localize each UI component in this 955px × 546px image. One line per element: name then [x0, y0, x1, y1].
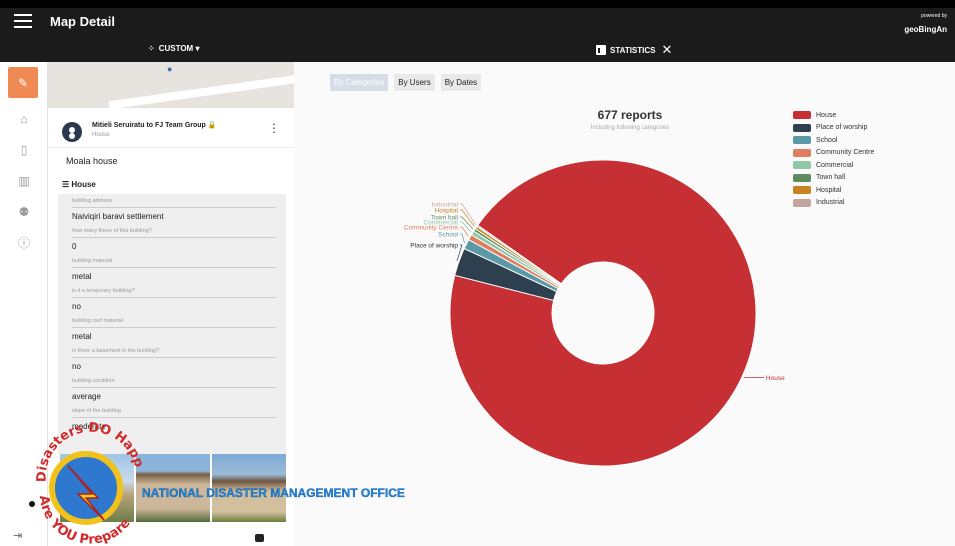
legend-label: Town hall — [816, 174, 846, 182]
report-header: Mitieli Seruiratu to FJ Team Group 🔒 Hou… — [48, 108, 294, 148]
custom-dropdown[interactable]: ⁘ CUSTOM ▾ — [148, 44, 199, 53]
legend-swatch — [793, 186, 811, 195]
info-icon[interactable]: ⓘ — [0, 227, 48, 258]
slice-label: House — [766, 375, 785, 382]
field-item: building address Naiviqiri baravi settlem… — [72, 198, 276, 224]
legend-swatch — [793, 198, 811, 207]
label-leader-line — [460, 226, 469, 237]
edit-icon[interactable]: ✎ — [8, 67, 38, 98]
loading-spinner-icon: ⁘ — [148, 44, 155, 53]
caret-down-icon: ▾ — [195, 44, 200, 53]
avatar — [62, 122, 82, 142]
legend-swatch — [793, 173, 811, 182]
field-item: is it a temporary building? no — [72, 288, 276, 314]
statistics-toggle[interactable]: STATISTICS ✕ — [596, 42, 672, 58]
powered-by-logo: powered by geoBingAn — [904, 13, 947, 37]
slice-label: Hospital — [435, 208, 459, 215]
legend-item[interactable]: Community Centre — [793, 147, 874, 160]
map-road — [108, 70, 294, 108]
legend-swatch — [793, 136, 811, 145]
powered-by-label: powered by — [921, 13, 947, 19]
legend-swatch — [793, 161, 811, 170]
bar-chart-icon — [596, 45, 608, 55]
ndmo-logo: Disasters DO Happen Are YOU Prepared — [28, 416, 146, 546]
custom-label: CUSTOM — [158, 44, 194, 53]
page-title: Map Detail — [50, 14, 116, 29]
people-icon[interactable]: ⚉ — [0, 196, 48, 227]
home-icon[interactable]: ⌂ — [0, 103, 48, 134]
label-leader-line — [460, 233, 465, 244]
field-item: building condition average — [72, 378, 276, 404]
legend-label: School — [816, 136, 838, 144]
legend-label: Industrial — [816, 199, 845, 207]
legend-label: Hospital — [816, 186, 842, 194]
top-app-bar: Map Detail powered by geoBingAn — [0, 0, 955, 36]
slice-label: Industrial — [432, 202, 459, 209]
close-icon[interactable]: ✕ — [661, 42, 672, 58]
legend-label: House — [816, 111, 837, 119]
legend-swatch — [793, 148, 811, 157]
report-subtitle: House — [92, 132, 110, 138]
legend-label: Community Centre — [816, 149, 875, 157]
legend-swatch — [793, 111, 811, 120]
legend-label: Commercial — [816, 161, 854, 169]
brand-name: geoBingAn — [904, 25, 947, 34]
list-icon: ☰ — [62, 180, 70, 189]
field-item: building roof material metal — [72, 318, 276, 344]
map-thumbnail[interactable]: ● — [48, 62, 294, 108]
hamburger-menu-icon[interactable] — [14, 14, 32, 28]
statistics-panel: By Categories By Users By Dates 677 repo… — [294, 62, 955, 546]
camera-icon[interactable] — [255, 534, 264, 542]
slice-label: Town hall — [431, 215, 459, 222]
chart-legend: House Place of worship School Community Cen… — [793, 109, 874, 209]
report-author: Mitieli Seruiratu to FJ Team Group 🔒 — [92, 122, 217, 129]
statistics-label: STATISTICS — [610, 45, 656, 55]
logout-icon[interactable]: ⇥ — [13, 529, 22, 542]
legend-swatch — [793, 123, 811, 132]
legend-item[interactable]: Industrial — [793, 197, 874, 210]
location-pin-icon: ● — [167, 64, 173, 74]
legend-item[interactable]: House — [793, 109, 874, 122]
report-category: ☰ House — [62, 180, 96, 189]
legend-item[interactable]: Place of worship — [793, 122, 874, 135]
org-name-banner: NATIONAL DISASTER MANAGEMENT OFFICE — [142, 486, 405, 500]
slice-label: Place of worship — [410, 243, 458, 250]
statistics-icon[interactable]: ▥ — [0, 165, 48, 196]
legend-item[interactable]: Hospital — [793, 184, 874, 197]
legend-item[interactable]: School — [793, 134, 874, 147]
pie-slice-house[interactable] — [449, 159, 757, 467]
legend-item[interactable]: Town hall — [793, 172, 874, 185]
field-item: Is there a basement in the building? no — [72, 348, 276, 374]
more-options-icon[interactable]: ⋮ — [268, 122, 280, 134]
map-icon[interactable]: ▯ — [0, 134, 48, 165]
legend-item[interactable]: Commercial — [793, 159, 874, 172]
legend-label: Place of worship — [816, 124, 868, 132]
lock-icon: 🔒 — [207, 122, 217, 129]
label-leader-line — [460, 203, 476, 225]
field-item: building material metal — [72, 258, 276, 284]
field-item: how many floors of this building? 0 — [72, 228, 276, 254]
slice-label: School — [438, 232, 458, 239]
report-fields: building address Naiviqiri baravi settlem… — [58, 194, 286, 454]
report-title: Moala house — [66, 156, 118, 166]
sub-toolbar: ⁘ CUSTOM ▾ STATISTICS ✕ — [0, 36, 955, 62]
